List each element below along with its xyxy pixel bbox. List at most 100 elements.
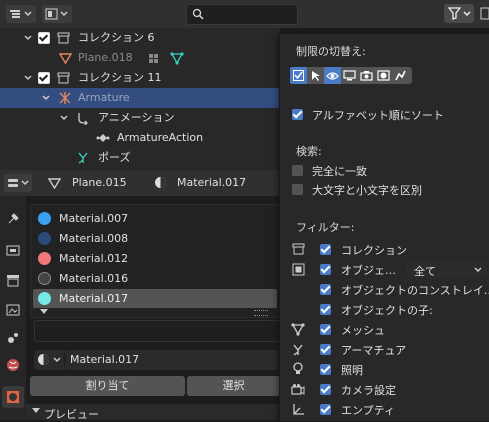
mesh-object-icon bbox=[59, 53, 72, 64]
toggle-hide-in-viewport[interactable] bbox=[324, 67, 341, 84]
filter-cameras-checkbox[interactable] bbox=[320, 384, 331, 395]
mesh-data-icon bbox=[170, 52, 184, 65]
outliner-row-collection-6[interactable]: コレクション 6 bbox=[0, 28, 280, 48]
collection-visibility-checkbox[interactable] bbox=[38, 32, 50, 44]
sort-alphabetically-checkbox[interactable] bbox=[292, 109, 303, 120]
toggle-checkbox-restrict[interactable] bbox=[290, 67, 307, 84]
display-mode-button[interactable] bbox=[42, 5, 72, 23]
outliner-row-plane-018[interactable]: Plane.018 bbox=[0, 48, 280, 68]
search-icon bbox=[192, 8, 204, 20]
display-mode-icon bbox=[45, 8, 58, 20]
outliner-row-armature-action[interactable]: ArmatureAction bbox=[0, 128, 280, 148]
row-label: Plane.018 bbox=[78, 51, 133, 64]
filter-cameras-label: カメラ設定 bbox=[341, 384, 396, 397]
chevron-down-icon bbox=[24, 11, 32, 17]
eye-icon bbox=[326, 72, 339, 80]
restriction-toggles-title: 制限の切替え: bbox=[296, 45, 366, 58]
collection-add-icon bbox=[480, 7, 489, 20]
mesh-icon bbox=[291, 323, 305, 336]
properties-editor-icon bbox=[8, 179, 18, 187]
filter-objects-checkbox[interactable] bbox=[320, 264, 331, 275]
filter-object-constraints-label: オブジェクトのコンストレイ… bbox=[341, 284, 489, 297]
list-item[interactable]: Material.016 bbox=[33, 269, 277, 288]
outliner-row-collection-11[interactable]: コレクション 11 bbox=[0, 68, 280, 88]
toggle-disable-in-renders[interactable] bbox=[358, 67, 375, 84]
list-item[interactable]: Material.008 bbox=[33, 229, 277, 248]
outliner-header bbox=[0, 0, 489, 28]
chevron-down-icon bbox=[24, 75, 32, 81]
row-label: ポーズ bbox=[98, 151, 131, 164]
cursor-icon bbox=[312, 71, 320, 81]
filter-empties-checkbox[interactable] bbox=[320, 404, 331, 415]
assign-button[interactable]: 割り当て bbox=[30, 376, 185, 396]
view-layer-tab-icon bbox=[6, 304, 20, 316]
collection-visibility-checkbox[interactable] bbox=[38, 72, 50, 84]
world-tab-icon bbox=[7, 359, 19, 371]
filter-meshes-label: メッシュ bbox=[341, 324, 385, 337]
exact-match-checkbox[interactable] bbox=[292, 165, 303, 176]
material-tab-icon bbox=[7, 391, 19, 403]
filter-object-children-label: オブジェクトの子: bbox=[341, 304, 433, 317]
filter-armatures-label: アーマチュア bbox=[341, 344, 407, 357]
armature-icon bbox=[59, 92, 71, 104]
toggle-selectable[interactable] bbox=[307, 67, 324, 84]
holdout-icon bbox=[377, 70, 390, 81]
filter-popover: 制限の切替え: アルファベット順にソート 検索: 完全に一致 大文字と小文字を区… bbox=[279, 33, 489, 422]
list-item[interactable]: Material.012 bbox=[33, 249, 277, 268]
toggle-disable-in-viewports[interactable] bbox=[341, 67, 358, 84]
browse-material-button[interactable] bbox=[34, 350, 64, 370]
filter-meshes-checkbox[interactable] bbox=[320, 324, 331, 335]
filter-button[interactable] bbox=[444, 4, 474, 23]
monitor-icon bbox=[343, 70, 356, 81]
outliner-row-animation[interactable]: アニメーション bbox=[0, 108, 280, 128]
chevron-down-icon bbox=[60, 11, 68, 17]
light-icon bbox=[293, 362, 303, 374]
outliner-row-pose[interactable]: ポーズ bbox=[0, 148, 280, 168]
filter-objects-label: オブジェ… bbox=[341, 264, 396, 277]
preview-panel-header[interactable]: プレビュー bbox=[26, 404, 280, 421]
select-button[interactable]: 選択 bbox=[187, 376, 280, 396]
toggle-indirect-only[interactable] bbox=[392, 67, 409, 84]
filter-object-constraints-checkbox[interactable] bbox=[320, 284, 331, 295]
object-filter-dropdown[interactable]: 全て bbox=[406, 261, 487, 278]
filter-armatures-checkbox[interactable] bbox=[320, 344, 331, 355]
search-input[interactable] bbox=[186, 4, 298, 25]
filter-lights-label: 照明 bbox=[341, 364, 363, 377]
list-filter-input[interactable] bbox=[34, 320, 280, 342]
list-item-selected[interactable]: Material.017 bbox=[33, 289, 277, 308]
chevron-down-icon bbox=[53, 357, 61, 363]
collection-icon bbox=[292, 243, 305, 255]
toggle-holdout[interactable] bbox=[375, 67, 392, 84]
material-name-field[interactable]: Material.017 bbox=[65, 350, 278, 370]
outliner-row-armature[interactable]: Armature bbox=[0, 88, 280, 108]
filter-lights-checkbox[interactable] bbox=[320, 364, 331, 375]
row-label: アニメーション bbox=[98, 111, 175, 124]
camera-icon bbox=[291, 384, 305, 395]
armature-icon bbox=[293, 344, 303, 356]
modifier-icon bbox=[149, 54, 158, 63]
filter-collections-checkbox[interactable] bbox=[320, 244, 331, 255]
list-item[interactable]: Material.007 bbox=[33, 209, 277, 228]
material-slot-list[interactable]: Material.007 Material.008 Material.012 M… bbox=[30, 204, 280, 318]
case-sensitive-label: 大文字と小文字を区別 bbox=[312, 184, 422, 197]
animation-icon bbox=[78, 113, 88, 125]
material-icon bbox=[155, 177, 166, 188]
chevron-down-icon bbox=[32, 408, 40, 413]
new-collection-button[interactable] bbox=[480, 6, 489, 21]
filter-object-children-checkbox[interactable] bbox=[320, 304, 331, 315]
properties-editor-type-button[interactable] bbox=[4, 174, 32, 192]
case-sensitive-checkbox[interactable] bbox=[292, 184, 303, 195]
search-section-title: 検索: bbox=[296, 145, 322, 158]
camera-icon bbox=[360, 71, 373, 81]
checkbox-icon bbox=[293, 70, 304, 81]
row-label: ArmatureAction bbox=[117, 131, 204, 144]
material-tab[interactable] bbox=[2, 386, 24, 408]
editor-type-button[interactable] bbox=[6, 5, 36, 23]
empty-icon bbox=[293, 404, 304, 415]
chevron-down-icon bbox=[42, 95, 50, 101]
material-preview-icon bbox=[38, 272, 51, 285]
breadcrumb-material: Material.017 bbox=[177, 176, 247, 189]
resize-grip-icon[interactable] bbox=[254, 310, 268, 316]
mesh-object-icon bbox=[48, 178, 61, 189]
breadcrumb-object: Plane.015 bbox=[72, 176, 127, 189]
